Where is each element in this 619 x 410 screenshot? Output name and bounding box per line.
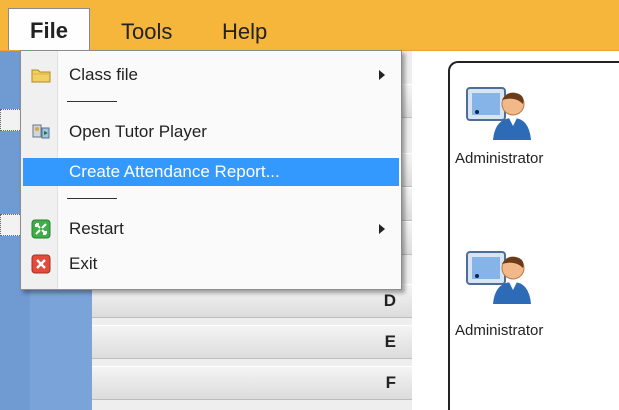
menu-item-open-tutor-player[interactable]: Open Tutor Player bbox=[23, 118, 399, 146]
tutor-player-icon bbox=[31, 122, 51, 142]
grid-row-label: E bbox=[384, 332, 396, 351]
administrator-icon bbox=[463, 82, 533, 140]
submenu-arrow-icon bbox=[379, 224, 385, 234]
grid-row[interactable]: F bbox=[92, 366, 412, 400]
menu-item-label: Class file bbox=[69, 65, 138, 84]
menu-file[interactable]: File bbox=[8, 8, 90, 50]
exit-icon bbox=[31, 254, 51, 274]
restart-icon bbox=[31, 219, 51, 239]
menu-item-exit[interactable]: Exit bbox=[23, 250, 399, 278]
menu-item-label: Exit bbox=[69, 254, 98, 273]
submenu-arrow-icon bbox=[379, 70, 385, 80]
menu-bar: File Tools Help bbox=[0, 0, 619, 51]
grid-row-label: D bbox=[383, 291, 396, 310]
grid-row[interactable]: E bbox=[92, 325, 412, 359]
menu-separator bbox=[67, 198, 117, 199]
grid-row-label: F bbox=[385, 373, 396, 392]
menu-item-label: Create Attendance Report... bbox=[69, 162, 280, 181]
menu-item-label: Restart bbox=[69, 219, 124, 238]
user-name: Administrator bbox=[455, 322, 544, 339]
administrator-icon bbox=[463, 246, 533, 304]
menu-tools[interactable]: Tools bbox=[121, 0, 172, 50]
menu-item-create-attendance-report[interactable]: Create Attendance Report... bbox=[23, 158, 399, 186]
file-menu-dropdown: Class file Open Tutor Player Create Atte… bbox=[20, 50, 402, 290]
menu-help[interactable]: Help bbox=[222, 0, 267, 50]
panel-gap bbox=[412, 51, 448, 410]
user-name: Administrator bbox=[455, 150, 544, 167]
menu-item-restart[interactable]: Restart bbox=[23, 215, 399, 243]
menu-separator bbox=[67, 101, 117, 102]
menu-item-label: Open Tutor Player bbox=[69, 122, 207, 141]
folder-icon bbox=[31, 65, 51, 85]
menu-item-class-file[interactable]: Class file bbox=[23, 61, 399, 89]
